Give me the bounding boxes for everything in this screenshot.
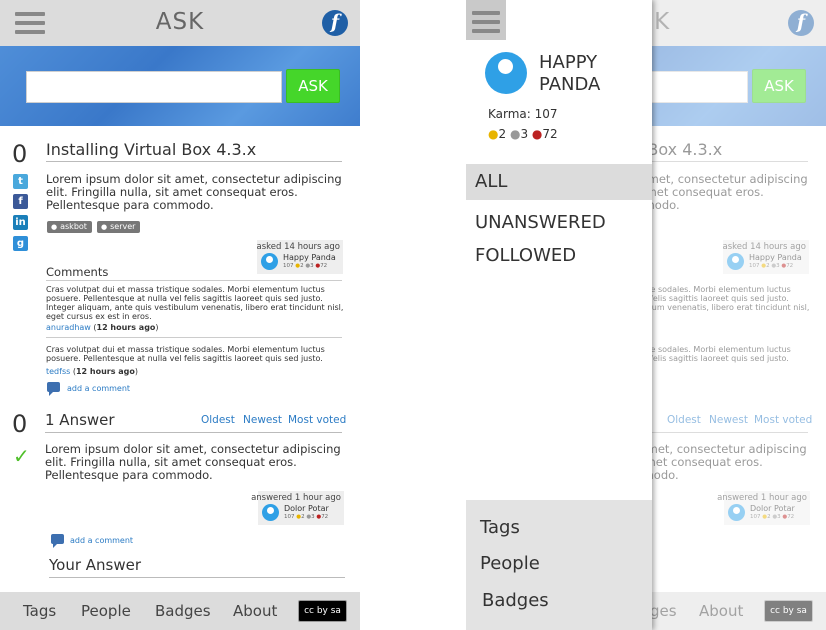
filter-all-label[interactable]: ALL: [475, 171, 507, 192]
ask-band: ASK: [0, 46, 360, 126]
answers-heading: 1 Answer: [45, 411, 115, 429]
avatar[interactable]: [261, 253, 278, 270]
question-screen: ASK f ASK 0 Installing Virtual Box 4.3.x…: [0, 0, 360, 630]
author-name[interactable]: Happy Panda: [283, 253, 336, 262]
creative-commons-icon[interactable]: cc by sa: [298, 600, 347, 622]
user-name[interactable]: HAPPY PANDA: [539, 52, 600, 96]
sort-newest[interactable]: Newest: [243, 414, 282, 426]
footer-link-tags[interactable]: Tags: [23, 602, 56, 620]
footer-link-people[interactable]: People: [81, 602, 131, 620]
footer: Tags People Badges About cc by sa: [0, 592, 360, 630]
your-answer-heading: Your Answer: [49, 556, 142, 574]
comment-text: Cras volutpat dui et massa tristique sod…: [46, 345, 325, 363]
divider: [46, 161, 342, 162]
accepted-check-icon: ✓: [13, 444, 30, 468]
asked-time: asked 14 hours ago: [256, 242, 340, 252]
user-karma: Karma: 107: [488, 107, 558, 121]
comment-icon[interactable]: [51, 534, 64, 548]
tag-askbot[interactable]: askbot: [47, 221, 92, 233]
comments-heading: Comments: [46, 265, 109, 279]
question-body: Lorem ipsum dolor sit amet, consectetur …: [46, 172, 342, 212]
question-title: Installing Virtual Box 4.3.x: [46, 140, 257, 159]
ask-button[interactable]: ASK: [286, 69, 340, 103]
googleplus-icon[interactable]: g: [13, 236, 28, 251]
drawer-link-people[interactable]: People: [480, 553, 540, 574]
top-bar: ASK f: [0, 0, 360, 46]
author-karma: 107 ●2 ●3 ●72: [284, 514, 329, 520]
divider: [46, 337, 342, 338]
comment-text: Cras volutpat dui et massa tristique sod…: [46, 285, 344, 321]
user-badges: ●2 ●3 ●72: [488, 127, 558, 141]
user-avatar[interactable]: [485, 52, 527, 94]
sort-most-voted[interactable]: Most voted: [288, 414, 346, 426]
comment-user[interactable]: anuradhaw: [46, 323, 91, 332]
page-title: ASK: [155, 9, 205, 35]
divider: [49, 577, 345, 578]
drawer-link-tags[interactable]: Tags: [480, 517, 520, 538]
menu-button[interactable]: [466, 0, 506, 40]
footer-link-about[interactable]: About: [233, 602, 277, 620]
menu-icon[interactable]: [472, 11, 500, 33]
comment-user[interactable]: tedfss: [46, 367, 70, 376]
drawer-screen: ASK f ASK Installing Virtual Box 4.3.x L…: [466, 0, 826, 630]
divider: [45, 432, 342, 433]
sort-oldest[interactable]: Oldest: [201, 414, 235, 426]
question-author-card: asked 14 hours ago Happy Panda 107 ●2 ●3…: [256, 240, 343, 274]
divider: [46, 280, 342, 281]
answer-body: Lorem ipsum dolor sit amet, consectetur …: [45, 442, 341, 482]
ask-input[interactable]: [26, 71, 282, 103]
tag-server[interactable]: server: [97, 221, 141, 233]
answer-vote-count: 0: [12, 410, 28, 438]
navigation-drawer: HAPPY PANDA Karma: 107 ●2 ●3 ●72 ALL UNAN…: [466, 0, 652, 630]
comment-meta: anuradhaw (12 hours ago): [46, 323, 159, 332]
comment-icon[interactable]: [47, 382, 60, 396]
avatar[interactable]: [262, 504, 279, 521]
drawer-link-badges[interactable]: Badges: [482, 590, 549, 611]
twitter-icon[interactable]: t: [13, 174, 28, 189]
add-comment-link[interactable]: add a comment: [70, 536, 133, 545]
filter-followed[interactable]: FOLLOWED: [475, 245, 576, 266]
facebook-icon[interactable]: f: [13, 194, 28, 209]
fedora-logo-icon[interactable]: f: [322, 10, 348, 36]
footer-link-badges[interactable]: Badges: [155, 602, 211, 620]
answer-author-card: answered 1 hour ago Dolor Potar 107 ●2 ●…: [251, 491, 344, 525]
filter-unanswered[interactable]: UNANSWERED: [475, 212, 606, 233]
author-karma: 107 ●2 ●3 ●72: [283, 263, 328, 269]
add-comment-link[interactable]: add a comment: [67, 384, 130, 393]
comment-meta: tedfss (12 hours ago): [46, 367, 139, 376]
drawer-bottom-links: Tags People Badges: [466, 500, 652, 630]
question-vote-count: 0: [12, 140, 28, 168]
author-name[interactable]: Dolor Potar: [284, 504, 329, 513]
linkedin-icon[interactable]: in: [13, 215, 28, 230]
answered-time: answered 1 hour ago: [251, 493, 341, 503]
